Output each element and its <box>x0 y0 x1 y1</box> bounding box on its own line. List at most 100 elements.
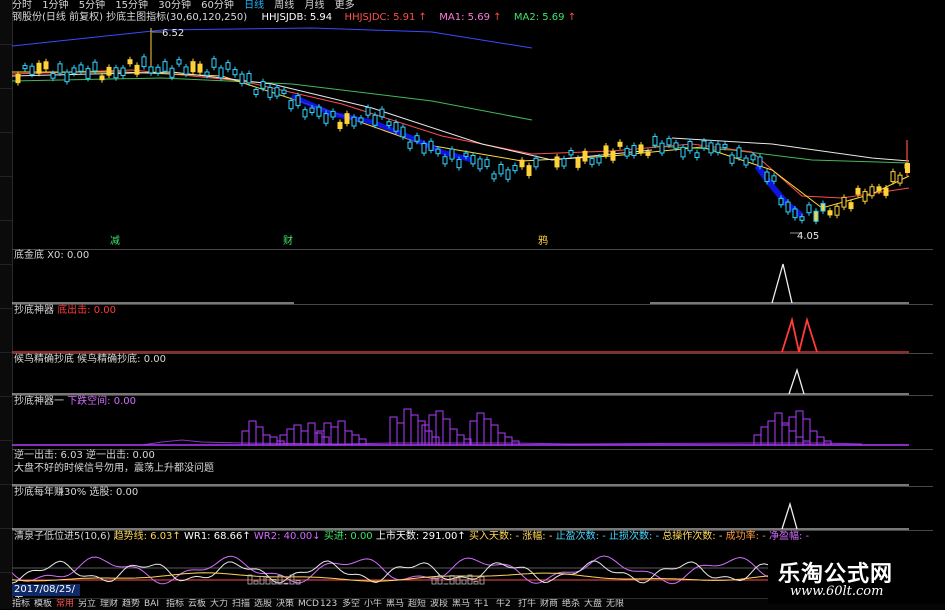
indicator-tab[interactable]: 大力 <box>210 599 232 610</box>
candle-body <box>30 66 34 74</box>
candle-body <box>744 158 748 165</box>
candle-body <box>331 111 335 117</box>
candle-body <box>625 149 629 156</box>
period-tab[interactable]: 周线 <box>274 0 294 11</box>
indicator-panel-1 <box>12 262 933 304</box>
indicator-tab[interactable]: 指标 <box>166 599 188 610</box>
event-mark: 减 <box>110 236 120 248</box>
indicator-tab[interactable]: 绝杀 <box>562 599 584 610</box>
sidebar-tab[interactable] <box>0 176 12 221</box>
indicator-tab[interactable]: 理财 <box>100 599 122 610</box>
indicator-tab[interactable]: 打牛 <box>518 599 540 610</box>
indicator-tab-active[interactable]: 常用 <box>56 599 78 610</box>
indicator-tab[interactable]: 扫描 <box>232 599 254 610</box>
candle-body <box>814 211 818 221</box>
indicator-tab[interactable]: 财商 <box>540 599 562 610</box>
candle-body <box>793 209 797 218</box>
period-tab[interactable]: 30分钟 <box>158 0 191 11</box>
period-tab[interactable]: 月线 <box>304 0 324 11</box>
histogram-bar <box>775 413 782 445</box>
candle-body <box>296 96 300 106</box>
indicator-tab[interactable]: 云板 <box>188 599 210 610</box>
candle-body <box>534 158 538 167</box>
candle-body <box>226 63 230 70</box>
candle-body <box>191 62 195 72</box>
period-tab[interactable]: 1分钟 <box>42 0 68 11</box>
watermark-url: www.60lt.com <box>790 584 883 599</box>
candle-body <box>779 198 783 204</box>
panel-title-3: 候鸟精确抄底 候鸟精确抄底: 0.00 <box>14 354 166 366</box>
sidebar-tab[interactable] <box>0 44 12 89</box>
histogram-bar <box>397 423 404 445</box>
sidebar-tab[interactable] <box>0 528 12 573</box>
candle-body <box>380 109 384 117</box>
indicator-tab[interactable]: 指标 <box>12 599 34 610</box>
candle-body <box>359 118 363 122</box>
candle-body <box>93 62 97 71</box>
indicator-tab[interactable]: MCD <box>298 599 320 610</box>
panel-divider <box>12 395 933 396</box>
sidebar-tab[interactable] <box>0 484 12 529</box>
sidebar-tab[interactable] <box>0 264 12 309</box>
indicator-tab[interactable]: 黑马 <box>386 599 408 610</box>
candle-body <box>653 136 657 145</box>
period-tab[interactable]: 分时 <box>12 0 32 11</box>
indicator-tab[interactable]: 另立 <box>78 599 100 610</box>
sidebar-tab[interactable] <box>0 352 12 397</box>
candle-body <box>688 142 692 151</box>
histogram-bar <box>315 433 322 445</box>
indicator-tab[interactable]: 无限 <box>606 599 628 610</box>
candle-body <box>247 74 251 83</box>
panel-title-text: 底金底 X0: 0.00 <box>14 250 89 261</box>
indicator-tab[interactable]: BAI <box>144 599 166 610</box>
indicator-tab[interactable]: 大盘 <box>584 599 606 610</box>
candle-body <box>65 72 69 82</box>
indicator-tab[interactable]: 趋势 <box>122 599 144 610</box>
period-tab-daily[interactable]: 日线 <box>244 0 264 11</box>
candle-body <box>485 160 489 167</box>
indicator-tab[interactable]: 牛2 <box>496 599 518 610</box>
event-mark: 财 <box>283 236 293 248</box>
period-tab[interactable]: 5分钟 <box>79 0 105 11</box>
histogram-bar <box>761 427 768 445</box>
sidebar-tab[interactable] <box>0 220 12 265</box>
candle-body <box>842 197 846 207</box>
indicator-tab[interactable]: 模板 <box>34 599 56 610</box>
candle-body <box>58 64 62 73</box>
panel-value-text: 下跌空间: 0.00 <box>67 396 136 407</box>
candle-body <box>268 87 272 97</box>
sidebar-tab[interactable] <box>0 396 12 441</box>
candle-body <box>177 60 181 64</box>
indicator-tab[interactable]: 多空 <box>342 599 364 610</box>
period-tab[interactable]: 15分钟 <box>115 0 148 11</box>
candle-body <box>597 157 601 163</box>
indicator-tab[interactable]: 小牛 <box>364 599 386 610</box>
net-profit-value: 净盈幅: - <box>769 531 809 542</box>
indicator-tab[interactable]: 波段 <box>430 599 452 610</box>
candle-body <box>324 114 328 124</box>
histogram-bar <box>294 425 301 445</box>
candle-body <box>821 204 825 211</box>
indicator-tab[interactable]: 123 <box>320 599 342 610</box>
indicator-tab[interactable]: 牛1 <box>474 599 496 610</box>
candle-body <box>870 187 874 196</box>
candle-body <box>107 67 111 75</box>
candlestick-chart[interactable] <box>12 26 933 249</box>
indicator-tab[interactable]: 选股 <box>254 599 276 610</box>
candle-body <box>135 65 139 74</box>
indicator-tab[interactable]: 决策 <box>276 599 298 610</box>
candle-body <box>555 157 559 167</box>
sidebar-tab[interactable] <box>0 440 12 485</box>
histogram-bar <box>768 421 775 445</box>
listed-days-value: 上市天数: 291.00↑ <box>376 531 469 542</box>
sidebar-tab[interactable] <box>0 132 12 177</box>
candle-body <box>443 157 447 164</box>
period-tab-more[interactable]: 更多 <box>335 0 355 11</box>
stock-indicator-title: 钢股份(日线 前复权) 抄底主图指标(30,60,120,250) <box>12 12 247 23</box>
indicator-tab[interactable]: 黑马 <box>452 599 474 610</box>
indicator-tab[interactable]: 超短 <box>408 599 430 610</box>
period-tab[interactable]: 60分钟 <box>201 0 234 11</box>
sidebar-tab[interactable] <box>0 308 12 353</box>
sidebar-tab[interactable] <box>0 0 12 45</box>
sidebar-tab[interactable] <box>0 88 12 133</box>
